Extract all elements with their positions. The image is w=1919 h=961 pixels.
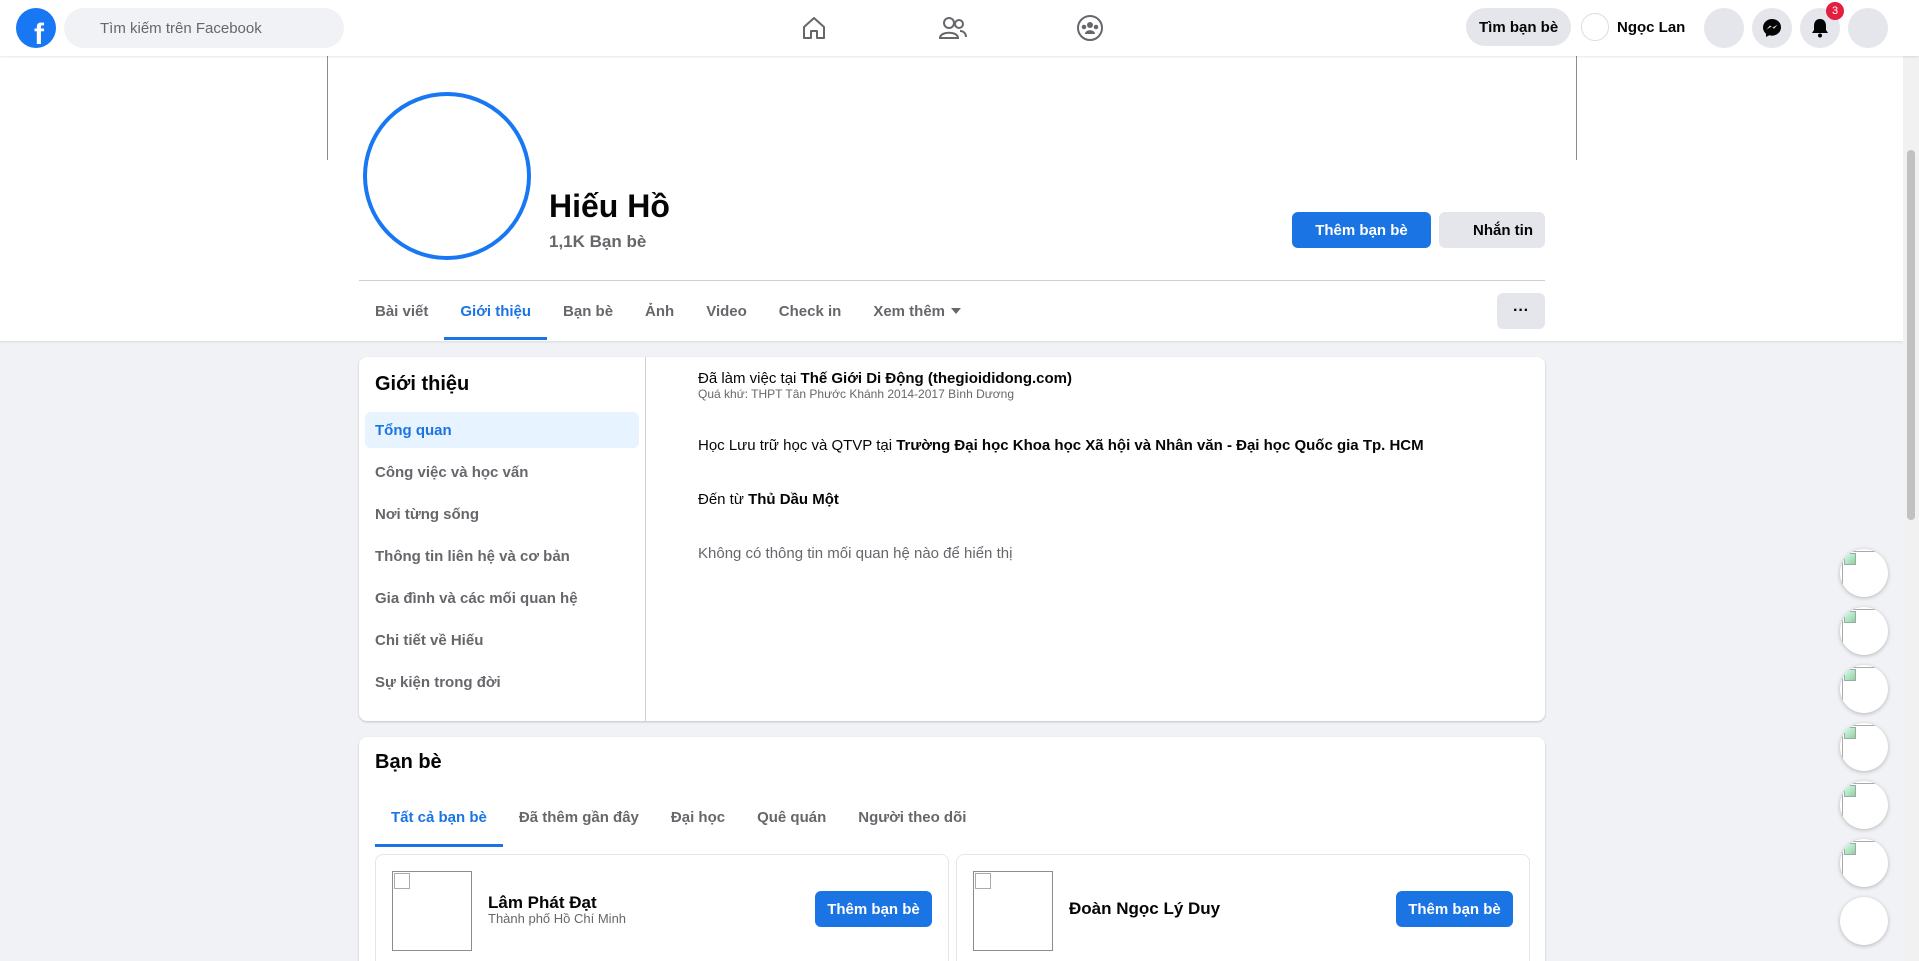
tab-friends[interactable]: Bạn bè: [547, 282, 629, 340]
page-scrollbar[interactable]: [1903, 0, 1919, 961]
search-placeholder: Tìm kiếm trên Facebook: [100, 19, 262, 37]
more-options-button[interactable]: ···: [1497, 293, 1545, 329]
messenger-icon: [1763, 19, 1781, 37]
about-menu: Tổng quan Công việc và học vấn Nơi từng …: [365, 412, 639, 706]
contact-avatar[interactable]: [1840, 839, 1888, 887]
user-name: Ngọc Lan: [1617, 18, 1686, 36]
tab-video[interactable]: Video: [690, 282, 763, 340]
groups-icon[interactable]: [1074, 12, 1106, 44]
friends-tabs: Tất cả bạn bè Đã thêm gần đây Đại học Qu…: [375, 787, 982, 847]
bell-icon: [1812, 19, 1828, 38]
contact-avatar[interactable]: [1840, 607, 1888, 655]
work-past: Quá khứ: THPT Tân Phước Khánh 2014-2017 …: [698, 387, 1015, 401]
broken-image-icon: [1842, 667, 1886, 707]
broken-image-icon: [1842, 783, 1886, 823]
friends-card: Bạn bè Tất cả bạn bè Đã thêm gần đây Đại…: [359, 737, 1545, 961]
broken-image-icon: [1842, 841, 1886, 881]
menu-button[interactable]: [1704, 8, 1744, 48]
friend-location: Thành phố Hồ Chí Minh: [488, 911, 627, 926]
friend-item: Lâm Phát Đạt Thành phố Hồ Chí Minh Thêm …: [375, 854, 949, 961]
add-friend-button[interactable]: Thêm bạn bè: [815, 891, 932, 927]
contact-avatar[interactable]: [1840, 549, 1888, 597]
tab-see-more[interactable]: Xem thêm: [857, 282, 977, 340]
messenger-button[interactable]: [1752, 8, 1792, 48]
hometown-info: Đến từ Thủ Dầu Một: [698, 491, 839, 508]
about-sidebar: Giới thiệu Tổng quan Công việc và học vấ…: [359, 357, 646, 721]
tab-all-friends[interactable]: Tất cả bạn bè: [375, 787, 503, 847]
about-menu-life-events[interactable]: Sự kiện trong đời: [365, 664, 639, 700]
work-info: Đã làm việc tại Thế Giới Di Động (thegio…: [698, 370, 1073, 401]
notifications-button[interactable]: 3: [1800, 2, 1844, 48]
tab-about[interactable]: Giới thiệu: [444, 282, 547, 340]
add-friend-button[interactable]: Thêm bạn bè: [1292, 212, 1431, 248]
friend-name[interactable]: Đoàn Ngọc Lý Duy: [1069, 899, 1220, 919]
about-menu-contact-basic-info[interactable]: Thông tin liên hệ và cơ bản: [365, 538, 639, 574]
tab-recently-added[interactable]: Đã thêm gần đây: [503, 787, 655, 847]
about-card: Giới thiệu Tổng quan Công việc và học vấ…: [359, 357, 1545, 721]
user-profile-chip[interactable]: Ngọc Lan: [1581, 13, 1685, 41]
education-info: Học Lưu trữ học và QTVP tại Trường Đại h…: [698, 437, 1424, 454]
tab-university[interactable]: Đại học: [655, 787, 741, 847]
friend-item: Đoàn Ngọc Lý Duy Thêm bạn bè: [956, 854, 1530, 961]
scrollbar-thumb[interactable]: [1907, 150, 1915, 520]
profile-friends-count[interactable]: 1,1K Bạn bè: [549, 232, 646, 252]
top-navigation-bar: f Tìm kiếm trên Facebook Tìm bạn bè Ngọc…: [0, 0, 1919, 56]
find-friends-button[interactable]: Tìm bạn bè: [1466, 8, 1572, 46]
broken-image-icon: [1842, 609, 1886, 649]
profile-tabs: Bài viết Giới thiệu Bạn bè Ảnh Video Che…: [359, 282, 977, 340]
school-link[interactable]: Trường Đại học Khoa học Xã hội và Nhân v…: [896, 437, 1423, 454]
about-title: Giới thiệu: [375, 373, 470, 395]
tab-posts[interactable]: Bài viết: [359, 282, 444, 340]
add-friend-button[interactable]: Thêm bạn bè: [1396, 891, 1513, 927]
cover-photo-edge: [327, 56, 328, 160]
account-button[interactable]: [1848, 8, 1888, 48]
friends-title: Bạn bè: [375, 751, 442, 773]
broken-image-icon: [1842, 551, 1886, 591]
friends-icon[interactable]: [937, 12, 969, 44]
profile-header: Hiếu Hồ 1,1K Bạn bè Thêm bạn bè Nhắn tin…: [0, 56, 1903, 341]
hometown-link[interactable]: Thủ Dầu Một: [748, 491, 839, 508]
tab-photos[interactable]: Ảnh: [629, 282, 690, 340]
friend-photo[interactable]: [392, 871, 472, 951]
work-place-link[interactable]: Thế Giới Di Động (thegioididong.com): [801, 370, 1072, 387]
about-menu-overview[interactable]: Tổng quan: [365, 412, 639, 448]
facebook-logo[interactable]: f: [16, 8, 56, 48]
profile-picture[interactable]: [363, 92, 531, 260]
friend-name[interactable]: Lâm Phát Đạt: [488, 893, 597, 913]
profile-name: Hiếu Hồ: [549, 188, 670, 224]
notification-badge: 3: [1826, 2, 1844, 20]
about-menu-family-relationships[interactable]: Gia đình và các mối quan hệ: [365, 580, 639, 616]
tab-checkin[interactable]: Check in: [763, 282, 858, 340]
new-message-button[interactable]: [1840, 897, 1888, 945]
avatar: [1581, 13, 1609, 41]
contact-avatar[interactable]: [1840, 723, 1888, 771]
friend-photo[interactable]: [973, 871, 1053, 951]
relationship-info: Không có thông tin mối quan hệ nào để hi…: [698, 545, 1013, 562]
search-input[interactable]: Tìm kiếm trên Facebook: [64, 8, 344, 48]
contact-avatar[interactable]: [1840, 665, 1888, 713]
about-menu-work-education[interactable]: Công việc và học vấn: [365, 454, 639, 490]
about-menu-places-lived[interactable]: Nơi từng sống: [365, 496, 639, 532]
about-menu-details[interactable]: Chi tiết về Hiếu: [365, 622, 639, 658]
caret-down-icon: [951, 308, 962, 314]
tab-followers[interactable]: Người theo dõi: [842, 787, 982, 847]
cover-photo-edge: [1576, 56, 1577, 160]
home-icon[interactable]: [798, 12, 830, 44]
tab-hometown[interactable]: Quê quán: [741, 787, 842, 847]
contact-avatar[interactable]: [1840, 781, 1888, 829]
divider: [359, 280, 1545, 281]
broken-image-icon: [1842, 725, 1886, 765]
message-button[interactable]: Nhắn tin: [1439, 212, 1545, 248]
